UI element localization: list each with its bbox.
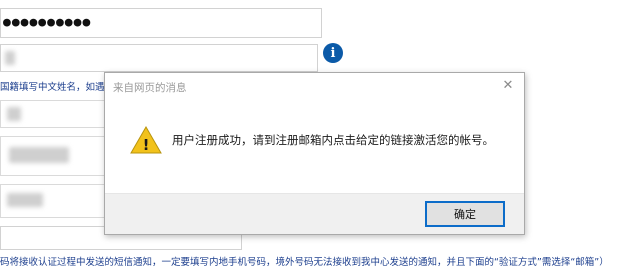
phone-hint-text: 码将接收认证过程中发送的短信通知，一定要填写内地手机号码，境外号码无法接收到我中… [0, 257, 609, 268]
ok-button[interactable]: 确定 [425, 201, 505, 227]
message-dialog: 来自网页的消息 ✕ ! 用户注册成功，请到注册邮箱内点击给定的链接激活您的帐号。… [104, 72, 525, 235]
blurred-content [7, 107, 21, 121]
text-field[interactable] [0, 44, 318, 72]
form-field[interactable] [0, 184, 118, 218]
blurred-content [7, 193, 43, 207]
info-icon[interactable]: i [323, 43, 343, 63]
password-field[interactable]: ●●●●●●●●●● [0, 8, 322, 38]
dialog-title: 来自网页的消息 [113, 82, 187, 94]
dialog-message: 用户注册成功，请到注册邮箱内点击给定的链接激活您的帐号。 [172, 133, 494, 147]
password-value: ●●●●●●●●●● [3, 15, 92, 30]
warning-icon: ! [130, 125, 162, 154]
blurred-content [9, 147, 69, 163]
blurred-content [5, 51, 15, 65]
warning-mark: ! [143, 136, 150, 154]
dialog-titlebar[interactable]: 来自网页的消息 ✕ [105, 73, 524, 99]
name-hint-text: 国籍填写中文姓名，如遇 [0, 82, 105, 93]
dialog-footer: 确定 [105, 193, 524, 234]
screen: ●●●●●●●●●● i 国籍填写中文姓名，如遇 码将接收认证过程中发送的短信通… [0, 0, 644, 268]
form-field[interactable] [0, 136, 118, 176]
form-field[interactable] [0, 100, 118, 128]
close-icon[interactable]: ✕ [500, 77, 516, 93]
